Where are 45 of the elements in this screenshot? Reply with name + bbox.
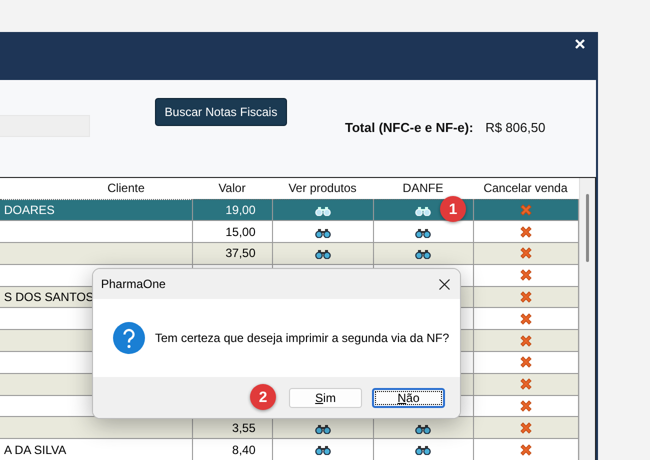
question-icon <box>113 322 145 354</box>
table-row[interactable]: 37,50 <box>0 242 578 264</box>
table-cell: A DA SILVA <box>4 442 66 457</box>
total-label: Total (NFC-e e NF-e): <box>345 120 474 135</box>
cancel-icon[interactable] <box>518 312 532 326</box>
table-cell: 15,00 <box>225 224 256 239</box>
dialog-button[interactable]: Sim <box>289 388 362 408</box>
binoculars-icon[interactable] <box>415 424 431 434</box>
binoculars-icon[interactable] <box>314 249 330 260</box>
binoculars-icon[interactable] <box>415 445 431 456</box>
binoculars-icon[interactable] <box>415 249 431 260</box>
cancel-icon[interactable] <box>518 290 532 304</box>
cancel-icon[interactable] <box>518 334 532 348</box>
table-cell: S DOS SANTOS <box>4 290 94 304</box>
binoculars-icon[interactable] <box>415 228 431 238</box>
scrollbar[interactable] <box>578 178 595 460</box>
column-header[interactable]: Ver produtos <box>288 181 357 196</box>
binoculars-icon[interactable] <box>314 228 330 238</box>
table-cell: 19,00 <box>225 202 256 217</box>
cancel-icon[interactable] <box>518 420 532 435</box>
cancel-icon[interactable] <box>518 442 532 457</box>
table-cell: 3,55 <box>232 420 256 435</box>
column-header[interactable]: Cliente <box>107 181 145 196</box>
dialog-message: Tem certeza que deseja imprimir a segunda via da NF? <box>155 331 450 345</box>
column-header[interactable]: Cancelar venda <box>483 181 568 196</box>
cancel-icon[interactable] <box>518 355 532 370</box>
binoculars-icon[interactable] <box>314 445 330 456</box>
cancel-icon[interactable] <box>518 399 532 414</box>
total-value: R$ 806,50 <box>485 120 546 135</box>
cancel-icon[interactable] <box>518 377 532 392</box>
cancel-icon[interactable] <box>518 224 532 239</box>
dialog-button[interactable]: Não <box>372 388 445 408</box>
table-cell: 8,40 <box>232 442 256 457</box>
binoculars-icon[interactable] <box>314 424 330 434</box>
cancel-icon[interactable] <box>518 268 532 282</box>
table-row[interactable]: A DA SILVA 8,40 <box>0 438 578 460</box>
table-cell: DOARES <box>4 202 55 217</box>
table-cell: 37,50 <box>225 246 256 260</box>
dialog-title: PharmaOne <box>101 277 166 291</box>
cancel-icon[interactable] <box>518 246 532 260</box>
column-header[interactable]: DANFE <box>402 181 444 196</box>
search-button[interactable]: Buscar Notas Fiscais <box>155 98 287 126</box>
close-icon[interactable] <box>439 278 450 290</box>
table-row[interactable]: 3,55 <box>0 416 578 439</box>
column-header[interactable]: Valor <box>218 181 246 196</box>
